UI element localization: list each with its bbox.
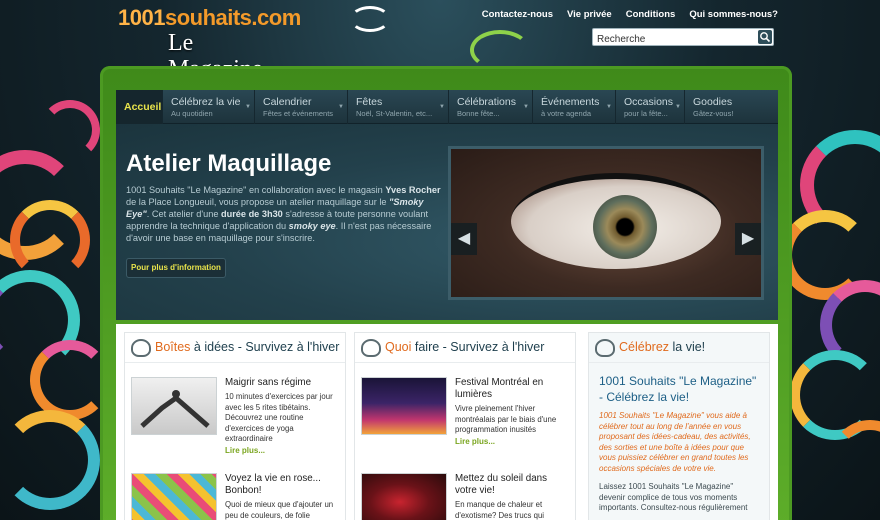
article-title[interactable]: Maigrir sans régime bbox=[225, 377, 335, 389]
logo-word: souhaits.com bbox=[164, 5, 301, 30]
dropdown-arrow-icon: ▼ bbox=[675, 104, 681, 110]
nav-label: Goodies bbox=[693, 96, 733, 108]
decorative-swirl bbox=[10, 200, 90, 280]
article-excerpt: Vivre pleinement l'hiver montréalais par… bbox=[455, 404, 557, 434]
nav-sublabel: Gâtez-vous! bbox=[693, 109, 734, 118]
read-more-link[interactable]: Lire plus... bbox=[225, 446, 335, 455]
nav-label: Calendrier bbox=[263, 96, 312, 108]
nav-sublabel: Noël, St-Valentin, etc... bbox=[356, 109, 433, 118]
more-info-button[interactable]: Pour plus d'information bbox=[126, 258, 226, 278]
slider-next-button[interactable]: ▶ bbox=[735, 223, 761, 255]
site-logo[interactable]: 1001souhaits.com Le Magazine bbox=[118, 5, 301, 83]
article-thumbnail-dancer[interactable] bbox=[361, 473, 447, 520]
dropdown-arrow-icon: ▼ bbox=[245, 104, 251, 110]
dropdown-arrow-icon: ▼ bbox=[439, 104, 445, 110]
nav-item-celebrez[interactable]: Célébrez la vie Au quotidien ▼ bbox=[163, 90, 255, 124]
contact-link[interactable]: Contactez-nous bbox=[482, 9, 553, 20]
article-thumbnail-festival[interactable] bbox=[361, 377, 447, 435]
heading-ornament-icon bbox=[361, 339, 381, 357]
article-title[interactable]: Mettez du soleil dans votre vie! bbox=[455, 473, 565, 497]
article-thumbnail-yoga[interactable] bbox=[131, 377, 217, 435]
decorative-swirl bbox=[40, 100, 100, 160]
nav-item-goodies[interactable]: Goodies Gâtez-vous! bbox=[685, 90, 778, 124]
column-heading: Quoi faire - Survivez à l'hiver bbox=[355, 333, 575, 363]
nav-sublabel: à votre agenda bbox=[541, 109, 592, 118]
nav-label: Accueil bbox=[124, 101, 162, 113]
article-body: Maigrir sans régime 10 minutes d'exercic… bbox=[225, 377, 335, 455]
article-body: Festival Montréal en lumières Vivre plei… bbox=[455, 377, 565, 446]
search-button[interactable] bbox=[758, 30, 772, 44]
content-area: Boîtes à idées - Survivez à l'hiver Maig… bbox=[116, 324, 778, 520]
nav-item-occasions[interactable]: Occasions pour la fête... ▼ bbox=[616, 90, 685, 124]
nav-sublabel: Au quotidien bbox=[171, 109, 213, 118]
nav-item-fetes[interactable]: Fêtes Noël, St-Valentin, etc... ▼ bbox=[348, 90, 449, 124]
search-icon bbox=[760, 32, 771, 43]
article-body: Voyez la vie en rose... Bonbon! Quoi de … bbox=[225, 473, 335, 520]
dropdown-arrow-icon: ▼ bbox=[338, 104, 344, 110]
search-box bbox=[592, 28, 774, 48]
article-excerpt: 10 minutes d'exercices par jour avec les… bbox=[225, 392, 333, 443]
article-excerpt: En manque de chaleur et d'exotisme? Des … bbox=[455, 500, 545, 520]
nav-sublabel: Bonne fête... bbox=[457, 109, 500, 118]
nav-sublabel: Fêtes et événements bbox=[263, 109, 334, 118]
nav-label: Fêtes bbox=[356, 96, 383, 108]
column-heading: Célébrez la vie! bbox=[589, 333, 769, 363]
decorative-swirl bbox=[350, 6, 390, 32]
privacy-link[interactable]: Vie privée bbox=[567, 9, 612, 20]
nav-label: Célébrez la vie bbox=[171, 96, 241, 108]
about-link[interactable]: Qui sommes-nous? bbox=[689, 9, 778, 20]
intro-heading: 1001 Souhaits "Le Magazine" - Célébrez l… bbox=[599, 374, 757, 404]
dropdown-arrow-icon: ▼ bbox=[606, 104, 612, 110]
main-nav: Accueil Célébrez la vie Au quotidien ▼ C… bbox=[116, 90, 778, 124]
top-links: Contactez-nous Vie privée Conditions Qui… bbox=[482, 9, 778, 20]
nav-item-accueil[interactable]: Accueil bbox=[116, 90, 163, 124]
article-thumbnail-candy[interactable] bbox=[131, 473, 217, 520]
intro-text: Laissez 1001 Souhaits "Le Magazine" deve… bbox=[599, 482, 748, 512]
iris-graphic bbox=[593, 195, 657, 259]
nav-label: Événements bbox=[541, 96, 600, 108]
hero-description: 1001 Souhaits "Le Magazine" en collabora… bbox=[126, 185, 441, 243]
column-celebrez-la-vie: Célébrez la vie! 1001 Souhaits "Le Magaz… bbox=[588, 332, 770, 520]
page: 1001souhaits.com Le Magazine Contactez-n… bbox=[0, 0, 880, 520]
decorative-swirl bbox=[0, 410, 100, 510]
nav-label: Célébrations bbox=[457, 96, 516, 108]
intro-italic-text: 1001 Souhaits "Le Magazine" vous aide à … bbox=[599, 411, 751, 473]
decorative-swirl bbox=[30, 340, 110, 420]
conditions-link[interactable]: Conditions bbox=[626, 9, 676, 20]
nav-label: Occasions bbox=[624, 96, 674, 108]
nav-item-evenements[interactable]: Événements à votre agenda ▼ bbox=[533, 90, 616, 124]
nav-sublabel: pour la fête... bbox=[624, 109, 668, 118]
article-body: Mettez du soleil dans votre vie! En manq… bbox=[455, 473, 565, 520]
read-more-link[interactable]: Lire plus... bbox=[455, 437, 565, 446]
nav-item-calendrier[interactable]: Calendrier Fêtes et événements ▼ bbox=[255, 90, 348, 124]
article-excerpt: Quoi de mieux que d'ajouter un peu de co… bbox=[225, 500, 334, 520]
column-heading: Boîtes à idées - Survivez à l'hiver bbox=[125, 333, 345, 363]
decorative-swirl bbox=[470, 30, 530, 70]
article-title[interactable]: Voyez la vie en rose... Bonbon! bbox=[225, 473, 335, 497]
column-boites-a-idees: Boîtes à idées - Survivez à l'hiver Maig… bbox=[124, 332, 346, 520]
search-input[interactable] bbox=[593, 31, 753, 48]
column-quoi-faire: Quoi faire - Survivez à l'hiver Festival… bbox=[354, 332, 576, 520]
eye-graphic bbox=[511, 173, 721, 269]
hero-slider: Atelier Maquillage 1001 Souhaits "Le Mag… bbox=[116, 124, 778, 320]
slider-prev-button[interactable]: ◀ bbox=[451, 223, 477, 255]
yoga-pose-image bbox=[140, 390, 210, 428]
article-title[interactable]: Festival Montréal en lumières bbox=[455, 377, 565, 401]
heading-ornament-icon bbox=[131, 339, 151, 357]
hero-image-eye: ◀ ▶ bbox=[448, 146, 764, 300]
heading-ornament-icon bbox=[595, 339, 615, 357]
hero-title: Atelier Maquillage bbox=[126, 150, 332, 177]
dropdown-arrow-icon: ▼ bbox=[523, 104, 529, 110]
nav-item-celebrations[interactable]: Célébrations Bonne fête... ▼ bbox=[449, 90, 533, 124]
logo-number: 1001 bbox=[118, 5, 165, 30]
